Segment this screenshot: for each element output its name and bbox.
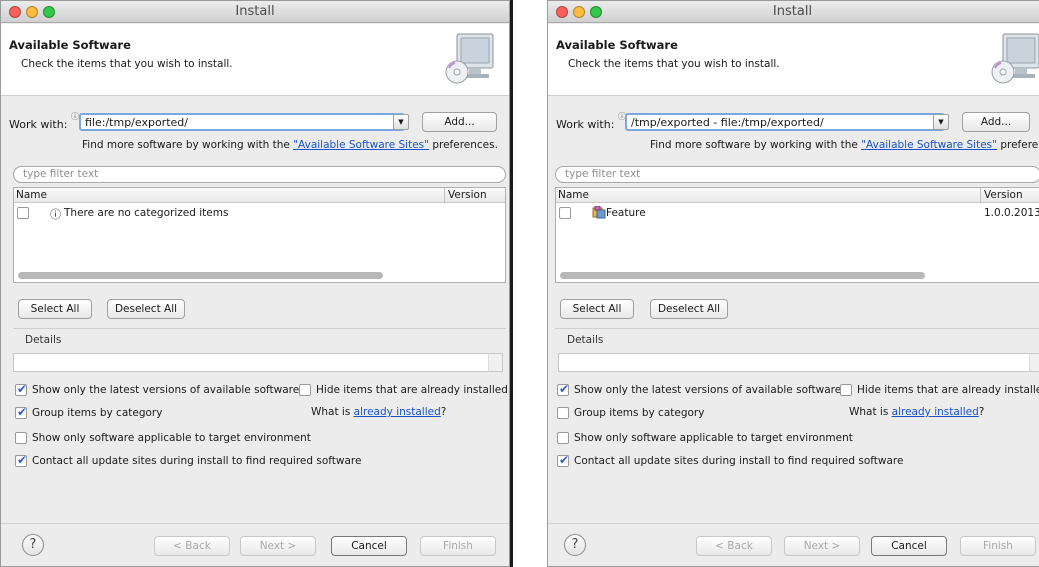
- select-all-button[interactable]: Select All: [18, 299, 92, 319]
- already-installed-link[interactable]: already installed: [892, 406, 979, 418]
- next-button[interactable]: Next >: [240, 536, 316, 556]
- title-bar: Install: [548, 1, 1039, 23]
- checkmark-icon: ✔: [559, 453, 570, 467]
- column-divider[interactable]: [980, 188, 981, 203]
- help-icon[interactable]: ?: [564, 534, 586, 556]
- tree-row[interactable]: ⓘ There are no categorized items: [14, 204, 505, 222]
- row-version: 1.0.0.2013: [984, 207, 1039, 219]
- chevron-down-icon[interactable]: ▼: [933, 114, 949, 130]
- group-by-category-checkbox[interactable]: ✔: [15, 405, 28, 419]
- software-tree[interactable]: Name Version ⓘ There are no categorized …: [13, 187, 506, 283]
- contact-update-sites-checkbox[interactable]: ✔: [15, 453, 28, 467]
- what-is-installed-text: What is already installed?: [849, 406, 985, 418]
- info-icon: ⓘ: [71, 112, 79, 121]
- horizontal-scrollbar[interactable]: [18, 272, 383, 279]
- target-environment-checkbox[interactable]: [15, 432, 27, 444]
- page-description: Check the items that you wish to install…: [21, 58, 233, 70]
- name-column-header[interactable]: Name: [558, 189, 589, 201]
- horizontal-scrollbar[interactable]: [560, 272, 925, 279]
- select-all-button[interactable]: Select All: [560, 299, 634, 319]
- deselect-all-button[interactable]: Deselect All: [650, 299, 728, 319]
- page-title: Available Software: [556, 38, 678, 52]
- checkmark-icon: ✔: [17, 405, 28, 419]
- tree-row[interactable]: Feature 1.0.0.2013: [556, 204, 1039, 222]
- page-title: Available Software: [9, 38, 131, 52]
- details-label: Details: [25, 334, 62, 346]
- work-with-label: Work with:: [556, 118, 615, 131]
- work-with-combo[interactable]: /tmp/exported - file:/tmp/exported/: [625, 113, 945, 131]
- details-scrollbar[interactable]: [1029, 354, 1039, 371]
- checkmark-icon: ✔: [17, 382, 28, 396]
- group-by-category-checkbox[interactable]: [557, 407, 569, 419]
- version-column-header[interactable]: Version: [448, 189, 487, 201]
- info-icon: ⓘ: [50, 208, 61, 221]
- back-button[interactable]: < Back: [154, 536, 230, 556]
- details-label: Details: [567, 334, 604, 346]
- available-software-sites-link[interactable]: "Available Software Sites": [293, 139, 429, 151]
- latest-versions-checkbox[interactable]: ✔: [15, 382, 28, 396]
- divider: [1, 523, 509, 524]
- what-is-installed-text: What is already installed?: [311, 406, 447, 418]
- finish-button[interactable]: Finish: [420, 536, 496, 556]
- latest-versions-checkbox[interactable]: ✔: [557, 382, 570, 396]
- row-label: Feature: [606, 207, 646, 219]
- divider: [555, 328, 1039, 329]
- window-title: Install: [235, 4, 275, 19]
- monitor-cd-icon: [445, 33, 494, 84]
- install-dialog-left: Install Available Software Check the ite…: [0, 0, 510, 567]
- name-column-header[interactable]: Name: [16, 189, 47, 201]
- available-software-sites-link[interactable]: "Available Software Sites": [861, 139, 997, 151]
- wizard-banner: Available Software Check the items that …: [1, 24, 509, 96]
- next-button[interactable]: Next >: [784, 536, 860, 556]
- tree-header: Name Version: [14, 188, 505, 203]
- install-dialog-right: Install Available Software Check the ite…: [547, 0, 1039, 567]
- feature-icon: [592, 206, 606, 219]
- details-area: [558, 353, 1039, 372]
- cancel-button[interactable]: Cancel: [331, 536, 407, 556]
- find-more-text: Find more software by working with the "…: [82, 139, 498, 151]
- details-scrollbar[interactable]: [488, 354, 502, 371]
- row-checkbox[interactable]: [559, 207, 571, 219]
- window-title: Install: [772, 4, 813, 19]
- work-with-combo[interactable]: file:/tmp/exported/: [79, 113, 405, 131]
- add-button[interactable]: Add...: [422, 112, 497, 132]
- filter-input[interactable]: type filter text: [13, 166, 506, 183]
- software-tree[interactable]: Name Version Feature 1.0.0.2013: [555, 187, 1039, 283]
- cancel-button[interactable]: Cancel: [871, 536, 947, 556]
- details-area: [13, 353, 503, 372]
- version-column-header[interactable]: Version: [984, 189, 1023, 201]
- title-bar: Install: [1, 1, 509, 23]
- page-description: Check the items that you wish to install…: [568, 58, 780, 70]
- monitor-cd-icon: [991, 33, 1039, 84]
- work-with-label: Work with:: [9, 118, 68, 131]
- divider: [13, 328, 506, 329]
- row-label: There are no categorized items: [64, 207, 229, 219]
- tree-header: Name Version: [556, 188, 1039, 203]
- checkmark-icon: ✔: [559, 382, 570, 396]
- finish-button[interactable]: Finish: [960, 536, 1036, 556]
- column-divider[interactable]: [444, 188, 445, 203]
- target-environment-checkbox[interactable]: [557, 432, 569, 444]
- help-icon[interactable]: ?: [22, 534, 44, 556]
- hide-installed-checkbox[interactable]: [299, 384, 311, 396]
- contact-update-sites-checkbox[interactable]: ✔: [557, 453, 570, 467]
- find-more-text: Find more software by working with the "…: [650, 139, 1039, 151]
- wizard-banner: Available Software Check the items that …: [548, 24, 1039, 96]
- hide-installed-checkbox[interactable]: [840, 384, 852, 396]
- back-button[interactable]: < Back: [696, 536, 772, 556]
- divider: [548, 523, 1039, 524]
- row-checkbox[interactable]: [17, 207, 29, 219]
- already-installed-link[interactable]: already installed: [354, 406, 441, 418]
- add-button[interactable]: Add...: [962, 112, 1030, 132]
- chevron-down-icon[interactable]: ▼: [393, 114, 409, 130]
- deselect-all-button[interactable]: Deselect All: [107, 299, 185, 319]
- filter-input[interactable]: type filter text: [555, 166, 1039, 183]
- checkmark-icon: ✔: [17, 453, 28, 467]
